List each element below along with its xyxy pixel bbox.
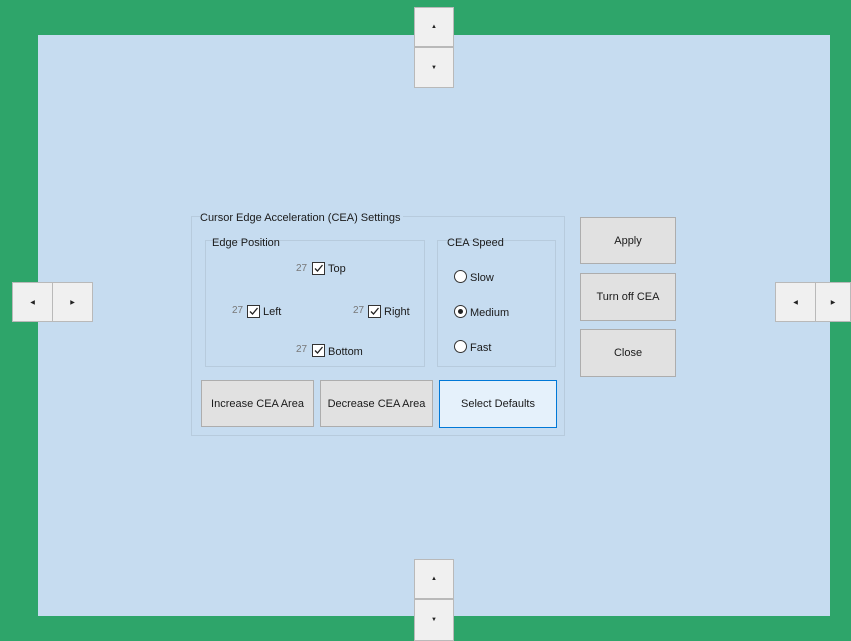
check-icon	[370, 307, 379, 315]
medium-radio[interactable]	[454, 305, 467, 318]
top-edge-up-button[interactable]: ▲	[414, 7, 454, 47]
bottom-label: Bottom	[328, 346, 363, 358]
slow-radio[interactable]	[454, 270, 467, 283]
triangle-down-icon: ▼	[431, 64, 437, 71]
right-checkbox[interactable]	[368, 305, 381, 318]
triangle-left-icon: ◀	[793, 299, 798, 306]
medium-label: Medium	[470, 307, 510, 319]
top-edge-down-button[interactable]: ▼	[414, 47, 454, 88]
fast-radio[interactable]	[454, 340, 467, 353]
left-value: 27	[232, 305, 244, 316]
left-edge-right-button[interactable]: ▶	[52, 282, 93, 322]
select-defaults-button[interactable]: Select Defaults	[439, 380, 557, 428]
check-icon	[249, 307, 258, 315]
triangle-right-icon: ▶	[830, 299, 836, 306]
bottom-checkbox[interactable]	[312, 344, 325, 357]
top-label: Top	[328, 263, 346, 275]
check-icon	[314, 346, 323, 354]
panel-title: Cursor Edge Acceleration (CEA) Settings	[200, 212, 403, 224]
close-button[interactable]: Close	[580, 329, 676, 377]
bottom-edge-down-button[interactable]: ▼	[414, 599, 454, 641]
triangle-up-icon: ▲	[431, 24, 437, 30]
right-edge-left-button[interactable]: ◀	[775, 282, 816, 322]
triangle-down-icon: ▼	[431, 617, 437, 623]
apply-button[interactable]: Apply	[580, 217, 676, 264]
triangle-left-icon: ◀	[30, 299, 35, 306]
triangle-right-icon: ▶	[70, 299, 75, 306]
right-value: 27	[353, 305, 365, 316]
left-edge-left-button[interactable]: ◀	[12, 282, 53, 322]
bottom-edge-up-button[interactable]: ▲	[414, 559, 454, 599]
left-label: Left	[263, 306, 282, 318]
fast-label: Fast	[470, 342, 492, 354]
top-checkbox[interactable]	[312, 262, 325, 275]
selected-dot-icon	[458, 309, 463, 314]
bottom-value: 27	[296, 344, 308, 355]
slow-label: Slow	[470, 272, 494, 284]
cea-speed-title: CEA Speed	[447, 237, 504, 249]
edge-position-title: Edge Position	[212, 237, 280, 249]
increase-cea-area-button[interactable]: Increase CEA Area	[201, 380, 314, 427]
left-checkbox[interactable]	[247, 305, 260, 318]
triangle-up-icon: ▲	[431, 576, 437, 582]
decrease-cea-area-button[interactable]: Decrease CEA Area	[320, 380, 433, 427]
right-label: Right	[384, 306, 410, 318]
turn-off-cea-button[interactable]: Turn off CEA	[580, 273, 676, 321]
top-value: 27	[296, 263, 308, 274]
check-icon	[314, 264, 323, 272]
right-edge-right-button[interactable]: ▶	[815, 282, 851, 322]
